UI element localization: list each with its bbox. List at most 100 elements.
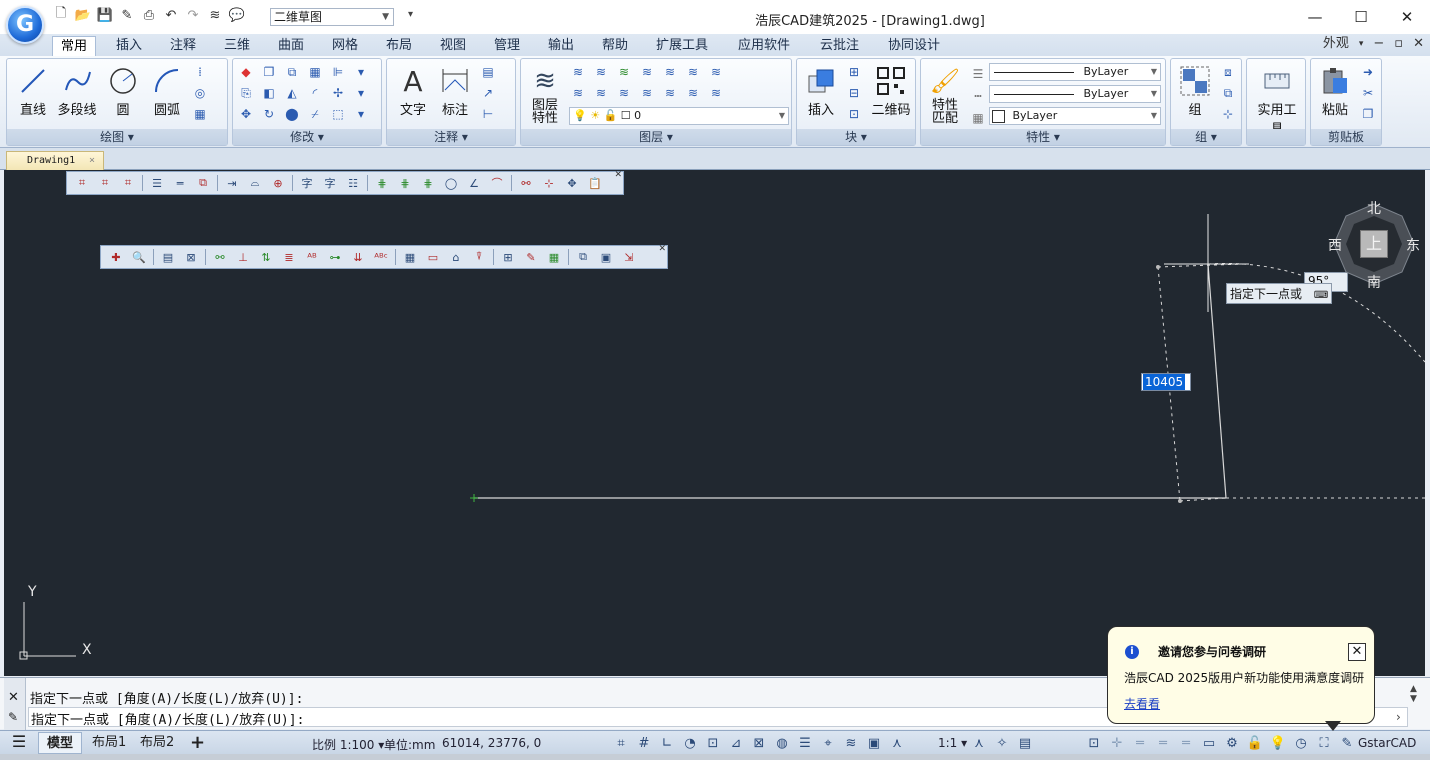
layer-tool-icon[interactable]: ≋ (592, 84, 610, 102)
units-setting[interactable]: 单位:mm (384, 736, 435, 753)
frame-tool-icon[interactable]: ⊠ (182, 248, 200, 266)
text-button[interactable]: A 文字 (391, 63, 435, 119)
panel-title-clipboard[interactable]: 剪贴板 (1311, 129, 1381, 145)
polar-icon[interactable]: ◔ (681, 734, 699, 752)
block-attr-icon[interactable]: ⊟ (845, 84, 863, 102)
tab-layout1[interactable]: 布局1 (84, 732, 134, 754)
scale-tool-icon[interactable]: ⇲ (620, 248, 638, 266)
compass-east[interactable]: 东 (1406, 235, 1420, 255)
align-icon[interactable]: ⊫ (329, 63, 347, 81)
compass-west[interactable]: 西 (1328, 235, 1342, 255)
align-tool-icon[interactable]: ☰ (148, 174, 166, 192)
chain-tool-icon[interactable]: ⚯ (211, 248, 229, 266)
close-icon[interactable]: ✕ (658, 244, 666, 254)
layer-properties-button[interactable]: ≋ 图层 特性 (523, 63, 567, 125)
dyn-ucs-icon[interactable]: ◍ (773, 734, 791, 752)
add-layout-button[interactable]: + (182, 732, 213, 754)
close-icon[interactable]: × (89, 152, 95, 169)
line-button[interactable]: 直线 (11, 63, 55, 118)
mirror-icon[interactable]: ⧉ (283, 63, 301, 81)
layer-tool-icon[interactable]: ≋ (707, 84, 725, 102)
tray-layout-icon[interactable]: ⊡ (1085, 734, 1103, 752)
auto-scale-icon[interactable]: ✧ (993, 734, 1011, 752)
linetype-select[interactable]: ByLayer ▼ (989, 85, 1161, 103)
annotation-scale-value[interactable]: 1:1 ▾ (938, 736, 967, 750)
tab-layout2[interactable]: 布局2 (132, 732, 182, 754)
notification-close-button[interactable]: ✕ (1348, 643, 1366, 661)
dim-tool-icon[interactable]: ⇅ (257, 248, 275, 266)
wall-tool-icon[interactable]: ⧉ (194, 174, 212, 192)
notification-link[interactable]: 去看看 (1124, 695, 1160, 712)
tab-layout[interactable]: 布局 (378, 36, 420, 56)
text-style-icon[interactable]: 字 (298, 174, 316, 192)
text-tool-icon[interactable]: 字 (321, 174, 339, 192)
scroll-arrows[interactable]: ▲ ▼ (1410, 684, 1417, 704)
hatch-icon[interactable]: ▦ (191, 105, 209, 123)
panel-title-modify[interactable]: 修改 ▾ (233, 129, 381, 145)
layer-tool-icon[interactable]: ≋ (638, 63, 656, 81)
tray-line-icon[interactable]: ═ (1154, 734, 1172, 752)
group-button[interactable]: 组 (1173, 63, 1217, 118)
fillet-icon[interactable]: ◜ (306, 84, 324, 102)
circle-button[interactable]: 圆 (101, 63, 145, 118)
ribbon-restore-button[interactable]: ▫ (1394, 34, 1403, 54)
utilities-button[interactable]: 实用工具 (1253, 63, 1301, 137)
viewcube[interactable]: 上 北 南 东 西 (1328, 201, 1420, 291)
customize-icon[interactable]: ✎ (8, 710, 18, 724)
paragraph-icon[interactable]: ☷ (344, 174, 362, 192)
gear-icon[interactable]: ⚙ (1223, 734, 1241, 752)
maximize-button[interactable]: ☐ (1338, 0, 1384, 34)
layer-tool-icon[interactable]: ≋ (684, 63, 702, 81)
dim-tool-icon[interactable]: ⊥ (234, 248, 252, 266)
opening-tool-icon[interactable]: ⊕ (269, 174, 287, 192)
panel-title-draw[interactable]: 绘图 ▾ (7, 129, 227, 145)
edit-icon[interactable]: ✎ (1338, 734, 1356, 752)
layer-tool-icon[interactable]: ≋ (569, 84, 587, 102)
tab-collaboration[interactable]: 协同设计 (880, 36, 948, 56)
move-icon[interactable]: ✥ (237, 105, 255, 123)
snap-grid-icon[interactable]: ⌗ (612, 734, 630, 752)
block-define-icon[interactable]: ⊡ (845, 105, 863, 123)
tab-manage[interactable]: 管理 (486, 36, 528, 56)
explode-icon[interactable]: ✢ (329, 84, 347, 102)
panel-title-annotate[interactable]: 注释 ▾ (387, 129, 515, 145)
rotate-icon[interactable]: ↻ (260, 105, 278, 123)
group-edit-icon[interactable]: ⧉ (1219, 84, 1237, 102)
length-input[interactable]: 10405 (1141, 373, 1191, 391)
panel-title-layers[interactable]: 图层 ▾ (521, 129, 791, 145)
insert-block-button[interactable]: 插入 (799, 63, 843, 118)
abc-tool-icon[interactable]: ᴬᴮᶜ (372, 248, 390, 266)
annotation-visibility-icon[interactable]: ⋏ (970, 734, 988, 752)
layer-select[interactable]: 💡 ☀ 🔓 ☐ 0 ▼ (569, 107, 789, 125)
grid-icon[interactable]: # (635, 734, 653, 752)
line-tool-icon[interactable]: ═ (171, 174, 189, 192)
door-tool-icon[interactable]: ⇥ (223, 174, 241, 192)
layer-tool-icon[interactable]: ≋ (661, 84, 679, 102)
tab-cloud-markup[interactable]: 云批注 (812, 36, 867, 56)
grid-tool-icon[interactable]: ⌗ (119, 174, 137, 192)
tab-annotate[interactable]: 注释 (162, 36, 204, 56)
link-tool-icon[interactable]: ⚯ (517, 174, 535, 192)
layer-tool-icon[interactable]: ≋ (569, 63, 587, 81)
tray-cross-icon[interactable]: ✛ (1108, 734, 1126, 752)
elevation-tool-icon[interactable]: ⊶ (326, 248, 344, 266)
layer-tool-icon[interactable]: ≋ (615, 84, 633, 102)
point-icon[interactable]: ⁞ (191, 63, 209, 81)
properties-panel-icon[interactable]: ▤ (1016, 734, 1034, 752)
lineweight-select[interactable]: ByLayer ▼ (989, 107, 1161, 125)
osnap-icon[interactable]: ⊡ (704, 734, 722, 752)
view-tool-icon[interactable]: ⊞ (499, 248, 517, 266)
break-icon[interactable]: ⬚ (329, 105, 347, 123)
stretch-icon[interactable]: ◧ (260, 84, 278, 102)
group-select-icon[interactable]: ⊹ (1219, 105, 1237, 123)
close-icon[interactable]: ✕ (8, 690, 19, 705)
ribbon-minimize-button[interactable]: − (1373, 34, 1384, 54)
layer-tool-icon[interactable]: ≋ (684, 84, 702, 102)
layout-tool-icon[interactable]: ⧉ (574, 248, 592, 266)
weld-tool-icon[interactable]: ⍒ (470, 248, 488, 266)
scale-icon[interactable]: ⬤ (283, 105, 301, 123)
move-tool-icon[interactable]: ✥ (563, 174, 581, 192)
window-layout-icon[interactable]: ▣ (597, 248, 615, 266)
tab-help[interactable]: 帮助 (594, 36, 636, 56)
close-icon[interactable]: ✕ (614, 170, 622, 180)
